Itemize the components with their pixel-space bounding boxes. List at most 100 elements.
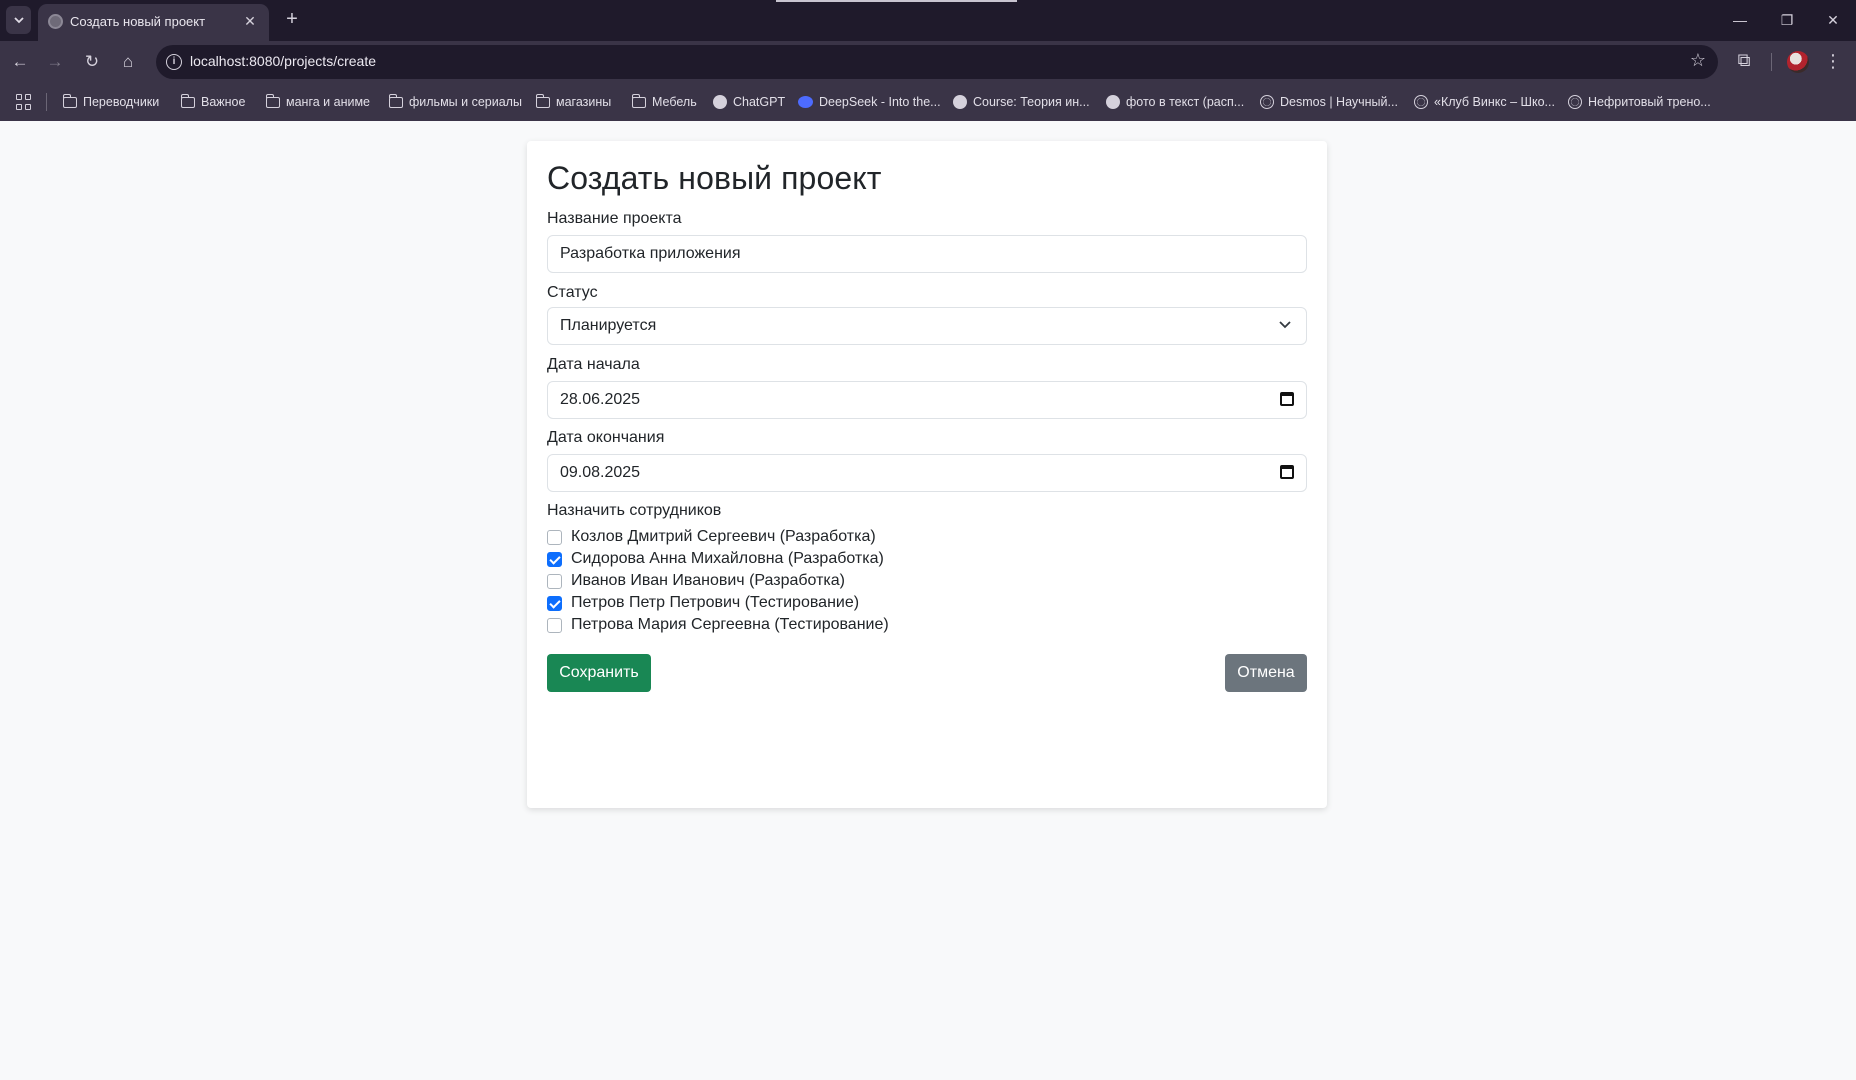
apps-grid-icon[interactable] [16,94,32,110]
bookmark-item[interactable]: ChatGPT [713,92,785,112]
employee-checkbox-row[interactable]: Козлов Дмитрий Сергеевич (Разработка) [547,526,876,548]
calendar-icon[interactable] [1280,392,1294,406]
reload-icon[interactable]: ↻ [80,50,104,74]
bookmark-star-icon[interactable]: ☆ [1690,50,1706,71]
end-date-input[interactable]: 09.08.2025 [547,454,1307,492]
course-icon [953,95,967,109]
project-name-input[interactable]: Разработка приложения [547,235,1307,273]
globe-icon [1414,95,1428,109]
employee-checkbox[interactable] [547,617,562,633]
bookmark-label: фото в текст (расп... [1126,95,1245,109]
home-icon[interactable]: ⌂ [116,50,140,74]
cancel-button[interactable]: Отмена [1225,654,1307,692]
browser-toolbar: ← → ↻ ⌂ i localhost:8080/projects/create… [0,41,1856,83]
extensions-icon[interactable]: ⧉ [1733,50,1755,72]
bookmark-label: DeepSeek - Into the... [819,95,941,109]
employee-checkbox-row[interactable]: Петрова Мария Сергеевна (Тестирование) [547,614,889,636]
bookmark-label: Course: Теория ин... [973,95,1090,109]
bookmark-label: Нефритовый трено... [1588,95,1711,109]
employee-label: Иванов Иван Иванович (Разработка) [571,572,846,589]
employee-checkbox[interactable] [547,573,562,589]
employee-label: Петрова Мария Сергеевна (Тестирование) [571,616,889,633]
status-select[interactable]: Планируется [547,307,1307,345]
url-text: localhost:8080/projects/create [190,53,376,69]
chevron-down-icon [1279,321,1291,329]
bookmark-label: Переводчики [83,95,160,109]
bookmark-label: фильмы и сериалы [409,95,522,109]
employee-checkbox[interactable] [547,595,562,611]
tab-search-button[interactable] [6,6,31,34]
bookmark-item[interactable]: Мебель [631,92,697,112]
folder-icon [62,93,77,108]
forward-icon[interactable]: → [43,50,67,74]
employee-checkbox-row[interactable]: Иванов Иван Иванович (Разработка) [547,570,845,592]
calendar-icon[interactable] [1280,465,1294,479]
globe-icon [1260,95,1274,109]
close-tab-icon[interactable]: ✕ [241,12,259,30]
folder-icon [265,93,280,108]
globe-icon [48,14,63,29]
folder-icon [180,93,195,108]
bookmark-item[interactable]: манга и аниме [265,92,370,112]
bookmark-item[interactable]: DeepSeek - Into the... [798,92,941,112]
end-date-label: Дата окончания [547,429,665,446]
bookmark-item[interactable]: Важное [180,92,246,112]
employee-checkbox-row[interactable]: Сидорова Анна Михайловна (Разработка) [547,548,884,570]
site-info-icon[interactable]: i [166,54,182,70]
profile-avatar[interactable] [1787,51,1809,73]
folder-icon [388,93,403,108]
bookmark-label: магазины [556,95,612,109]
new-tab-button[interactable]: + [280,8,304,32]
tab-title: Создать новый проект [70,14,206,29]
status-label: Статус [547,284,598,301]
tab-bar: Создать новый проект ✕ + — ❐ ✕ [0,0,1856,41]
status-value: Планируется [560,317,657,334]
end-date-value: 09.08.2025 [560,464,641,481]
deepseek-icon [798,96,813,108]
minimize-icon[interactable]: — [1725,8,1755,32]
folder-icon [631,93,646,108]
close-window-icon[interactable]: ✕ [1818,8,1848,32]
bookmark-item[interactable]: фото в текст (расп... [1106,92,1244,112]
employee-checkbox[interactable] [547,529,562,545]
folder-icon [535,93,550,108]
project-name-label: Название проекта [547,210,682,227]
bookmark-label: Desmos | Научный... [1280,95,1398,109]
employee-checkbox-row[interactable]: Петров Петр Петрович (Тестирование) [547,592,859,614]
employee-label: Петров Петр Петрович (Тестирование) [571,594,860,611]
bookmarks-bar: Переводчики Важное манга и аниме фильмы … [0,83,1856,121]
address-bar[interactable]: i localhost:8080/projects/create ☆ [156,45,1718,79]
bookmark-label: Мебель [652,95,697,109]
bookmarks-divider [46,93,47,111]
employee-label: Козлов Дмитрий Сергеевич (Разработка) [571,528,876,545]
bookmark-label: «Клуб Винкс – Шко... [1434,95,1555,109]
bookmark-label: Важное [201,95,246,109]
start-date-input[interactable]: 28.06.2025 [547,381,1307,419]
page-content: Создать новый проект Название проекта Ра… [0,121,1856,1080]
tab-strip-indicator [776,0,1017,2]
bookmark-item[interactable]: Нефритовый трено... [1568,92,1711,112]
tab-active[interactable]: Создать новый проект ✕ [38,4,269,41]
bookmark-label: манга и аниме [286,95,370,109]
back-icon[interactable]: ← [8,50,32,74]
toolbar-divider [1771,53,1772,71]
bookmark-item[interactable]: магазины [535,92,612,112]
restore-icon[interactable]: ❐ [1772,8,1802,32]
bookmark-item[interactable]: фильмы и сериалы [388,92,522,112]
bookmark-item[interactable]: Desmos | Научный... [1260,92,1398,112]
more-menu-icon[interactable]: ⋮ [1824,50,1842,72]
globe-icon [1568,95,1582,109]
bookmark-label: ChatGPT [733,95,786,109]
bookmark-item[interactable]: Course: Теория ин... [953,92,1090,112]
save-button[interactable]: Сохранить [547,654,651,692]
bookmark-item[interactable]: Переводчики [62,92,160,112]
employee-label: Сидорова Анна Михайловна (Разработка) [571,550,884,567]
ocr-icon [1106,95,1120,109]
page-title: Создать новый проект [547,160,882,196]
start-date-label: Дата начала [547,356,640,373]
chatgpt-icon [713,95,727,109]
bookmark-item[interactable]: «Клуб Винкс – Шко... [1414,92,1555,112]
employee-checkbox[interactable] [547,551,562,567]
browser-chrome: Создать новый проект ✕ + — ❐ ✕ ← → ↻ ⌂ i… [0,0,1856,121]
project-form-card: Создать новый проект Название проекта Ра… [527,141,1327,808]
